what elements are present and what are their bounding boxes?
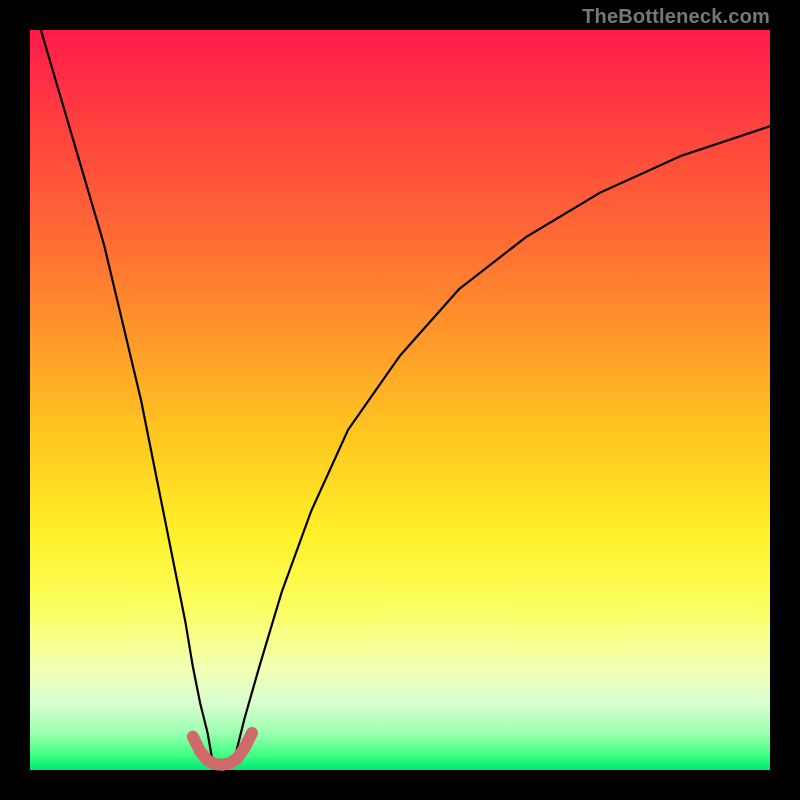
watermark-text: TheBottleneck.com — [582, 6, 770, 29]
plot-area — [30, 30, 770, 770]
canvas: TheBottleneck.com — [0, 0, 800, 800]
